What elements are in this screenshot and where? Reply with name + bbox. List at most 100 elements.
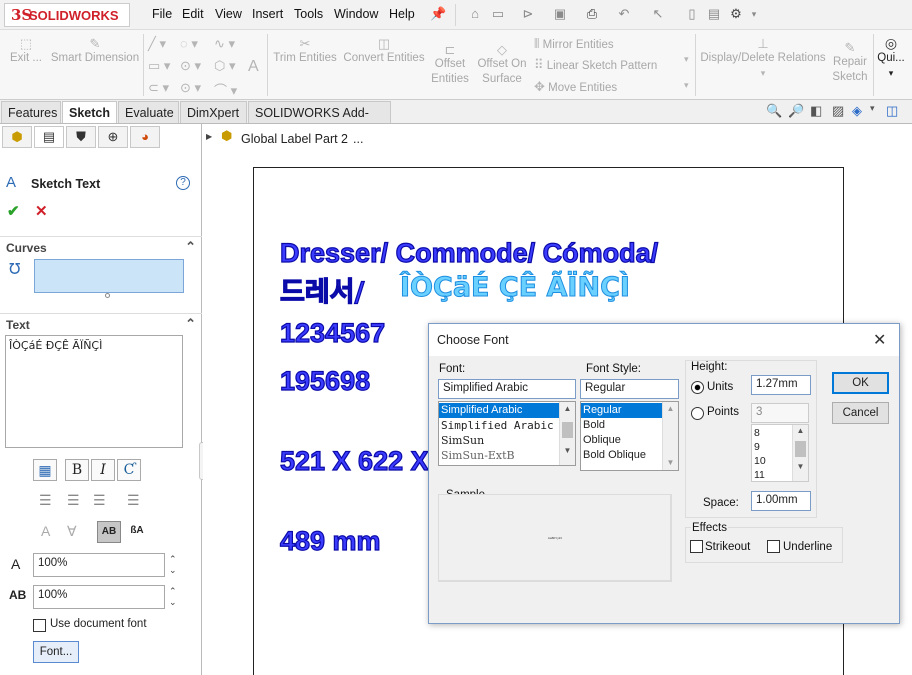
configuration-manager-tab[interactable]: ⛊ bbox=[66, 126, 96, 148]
open-icon[interactable]: ⊳ bbox=[520, 6, 536, 22]
underline-checkbox[interactable] bbox=[767, 540, 780, 553]
font-option[interactable]: Simplified Arabic bbox=[439, 418, 575, 433]
font-style-input[interactable]: Regular bbox=[580, 379, 679, 399]
convert-entities-button[interactable]: ◫ Convert Entities bbox=[341, 36, 427, 66]
resize-handle-icon[interactable] bbox=[105, 293, 110, 298]
new-document-icon[interactable]: ▭ bbox=[490, 6, 506, 22]
font-name-input[interactable]: Simplified Arabic bbox=[438, 379, 576, 399]
file-properties-icon[interactable]: ▤ bbox=[706, 6, 722, 22]
bold-button[interactable]: B bbox=[65, 459, 89, 481]
font-list-scrollbar[interactable]: ▲ ▼ bbox=[559, 402, 575, 465]
smart-dimension-button[interactable]: ✎ Smart Dimension bbox=[50, 36, 140, 66]
points-input[interactable]: 3 bbox=[751, 403, 809, 423]
flip-horizontal-reverse-button[interactable]: ßA bbox=[125, 521, 149, 543]
mirror-entities-button[interactable]: ⫴ Mirror Entities bbox=[534, 36, 614, 53]
pattern-dropdown-icon[interactable]: ▾ bbox=[684, 54, 689, 65]
arc-icon[interactable]: ⌒ ▾ bbox=[214, 80, 237, 99]
print-icon[interactable]: ⎙ bbox=[584, 6, 600, 22]
flip-down-icon[interactable]: ∀ bbox=[67, 523, 77, 540]
options-gear-icon[interactable]: ⚙ bbox=[728, 6, 744, 22]
spline-icon[interactable]: ∿ ▾ bbox=[214, 36, 235, 52]
points-radio[interactable] bbox=[691, 407, 704, 420]
menu-view[interactable]: View bbox=[215, 7, 242, 21]
strikeout-checkbox[interactable] bbox=[690, 540, 703, 553]
dimxpert-manager-tab[interactable]: ⊕ bbox=[98, 126, 128, 148]
property-manager-tab[interactable]: ▤ bbox=[34, 126, 64, 148]
ok-check-icon[interactable]: ✔ bbox=[7, 202, 20, 220]
sketch-text-line-3[interactable]: 1234567 bbox=[279, 317, 385, 349]
expand-arrow-icon[interactable]: ▶ bbox=[206, 132, 212, 141]
point-icon[interactable]: ⊙ ▾ bbox=[180, 80, 201, 96]
trim-entities-button[interactable]: ✂ Trim Entities bbox=[272, 36, 338, 66]
sketch-text-line-2-accented[interactable]: ÎÒÇäÉ ÇÊ ÃÏÑÇÌ bbox=[400, 272, 631, 304]
move-dropdown-icon[interactable]: ▾ bbox=[684, 80, 689, 91]
justify-icon[interactable]: ☰ bbox=[127, 492, 140, 509]
menu-edit[interactable]: Edit bbox=[182, 7, 204, 21]
rotate-button[interactable]: Ƈ bbox=[117, 459, 141, 481]
move-entities-button[interactable]: ✥ Move Entities bbox=[534, 79, 617, 96]
spacing-input[interactable]: 100% bbox=[33, 585, 165, 609]
previous-view-icon[interactable]: ◧ bbox=[810, 103, 822, 119]
linear-pattern-button[interactable]: ⠿ Linear Sketch Pattern bbox=[534, 57, 657, 74]
scroll-thumb[interactable] bbox=[562, 422, 573, 438]
menu-file[interactable]: File bbox=[152, 7, 172, 21]
ok-button[interactable]: OK bbox=[832, 372, 889, 394]
exit-sketch-button[interactable]: ⬚ Exit ... bbox=[6, 36, 46, 66]
align-right-icon[interactable]: ☰ bbox=[93, 492, 106, 509]
slot-icon[interactable]: ⊙ ▾ bbox=[180, 58, 201, 74]
style-option[interactable]: Regular bbox=[581, 403, 663, 418]
undo-icon[interactable]: ↶ bbox=[616, 6, 632, 22]
repair-sketch-button[interactable]: ✎ Repair Sketch bbox=[830, 40, 870, 85]
tab-addins[interactable]: SOLIDWORKS Add-Ins bbox=[248, 101, 391, 142]
link-to-property-button[interactable]: ▦ bbox=[33, 459, 57, 481]
chevron-down-icon[interactable]: ▾ bbox=[746, 6, 762, 22]
cancel-button[interactable]: Cancel bbox=[832, 402, 889, 424]
width-spinner-icon[interactable]: ⌃ ⌄ bbox=[169, 554, 177, 576]
flip-vertical-icon[interactable]: A bbox=[41, 523, 50, 539]
points-size-list[interactable]: 8 9 10 11 ▲ ▼ bbox=[751, 424, 809, 482]
sketch-text-line-1[interactable]: Dresser/ Commode/ Cómoda/ bbox=[279, 237, 658, 269]
circle-icon[interactable]: ◌ ▾ bbox=[180, 36, 198, 52]
font-list[interactable]: Simplified Arabic Simplified Arabic SimS… bbox=[438, 401, 576, 466]
feature-manager-tab[interactable]: ⬢ bbox=[2, 126, 32, 148]
display-delete-relations-button[interactable]: ⊥ Display/Delete Relations ▾ bbox=[700, 36, 826, 81]
tab-features[interactable]: Features bbox=[1, 101, 61, 123]
text-section-header[interactable]: Text ⌃ bbox=[0, 313, 202, 335]
scroll-thumb[interactable] bbox=[795, 441, 806, 457]
scroll-down-icon[interactable]: ▼ bbox=[793, 461, 808, 473]
line-icon[interactable]: ╱ ▾ bbox=[148, 36, 166, 52]
curves-selection-box[interactable] bbox=[34, 259, 184, 293]
scroll-up-icon[interactable]: ▲ bbox=[663, 402, 678, 416]
tab-sketch[interactable]: Sketch bbox=[62, 101, 117, 123]
select-icon[interactable]: ↖ bbox=[650, 6, 666, 22]
view-orientation-icon[interactable]: ◈ bbox=[852, 103, 862, 119]
scroll-down-icon[interactable]: ▼ bbox=[663, 456, 678, 470]
sketch-text-line-5[interactable]: 521 X 622 X bbox=[279, 445, 429, 477]
rebuild-icon[interactable]: ▯ bbox=[684, 6, 700, 22]
offset-on-surface-button[interactable]: ◇ Offset On Surface bbox=[476, 42, 528, 87]
tab-dimxpert[interactable]: DimXpert bbox=[180, 101, 247, 123]
units-input[interactable]: 1.27mm bbox=[751, 375, 811, 395]
display-style-icon[interactable]: ◫ bbox=[886, 103, 898, 119]
flip-horizontal-button[interactable]: AB bbox=[97, 521, 121, 543]
style-list-scrollbar[interactable]: ▲ ▼ bbox=[662, 402, 678, 470]
sketch-text-input[interactable]: ÎÒÇáÉ ÐÇÊ ÃÏÑÇÌ bbox=[5, 335, 183, 448]
italic-button[interactable]: I bbox=[91, 459, 115, 481]
zoom-area-icon[interactable]: 🔎 bbox=[788, 103, 804, 119]
font-option[interactable]: SimSun-ExtB bbox=[439, 448, 575, 463]
pin-icon[interactable]: 📌 bbox=[430, 6, 446, 22]
sketch-text-line-2-korean[interactable]: 드레서/ bbox=[279, 270, 365, 309]
units-radio[interactable] bbox=[691, 381, 704, 394]
feature-tree-label[interactable]: Global Label Part 2 bbox=[241, 132, 348, 146]
rectangle-icon[interactable]: ▭ ▾ bbox=[148, 58, 170, 74]
sketch-text-line-4[interactable]: 195698 bbox=[279, 365, 370, 397]
menu-window[interactable]: Window bbox=[334, 7, 378, 21]
curves-section-header[interactable]: Curves ⌃ bbox=[0, 236, 202, 258]
view-dropdown-icon[interactable]: ▾ bbox=[870, 103, 875, 114]
close-icon[interactable]: ✕ bbox=[873, 330, 886, 350]
font-option[interactable]: Simplified Arabic bbox=[439, 403, 575, 418]
space-input[interactable]: 1.00mm bbox=[751, 491, 811, 511]
font-style-list[interactable]: Regular Bold Oblique Bold Oblique ▲ ▼ bbox=[580, 401, 679, 471]
scroll-up-icon[interactable]: ▲ bbox=[793, 425, 808, 437]
size-list-scrollbar[interactable]: ▲ ▼ bbox=[792, 425, 808, 481]
